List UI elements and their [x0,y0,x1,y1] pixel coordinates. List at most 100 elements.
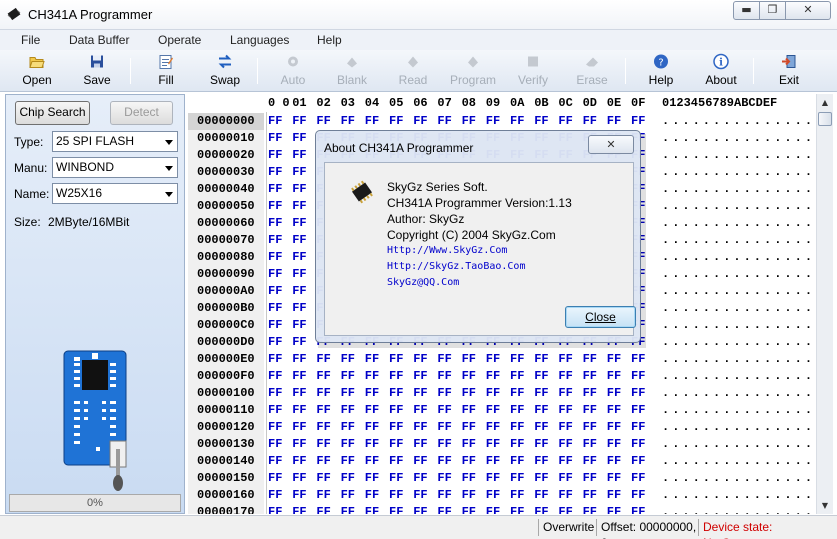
email-link[interactable]: SkyGz@QQ.Com [387,277,459,288]
hex-row[interactable]: 00000120 FF FF FF FF FF FF FF FF FF FF FF FF FF FF FF FF… [186,419,816,436]
hex-byte[interactable]: FF [292,147,306,164]
hex-byte[interactable]: FF [292,334,306,351]
hex-byte[interactable]: FF [631,402,645,419]
hex-byte[interactable]: FF [365,385,379,402]
detect-button[interactable]: Detect [110,101,173,125]
hex-byte[interactable]: FF [607,487,621,504]
hex-byte[interactable]: FF [607,113,621,130]
hex-byte[interactable]: FF [437,113,451,130]
hex-byte[interactable]: FF [583,385,597,402]
hex-byte[interactable]: FF [268,232,282,249]
hex-byte[interactable]: FF [365,436,379,453]
hex-byte[interactable]: FF [437,368,451,385]
hex-byte[interactable]: FF [292,198,306,215]
hex-byte[interactable]: FF [462,351,476,368]
hex-byte[interactable]: FF [316,419,330,436]
hex-byte[interactable]: FF [462,487,476,504]
hex-byte[interactable]: FF [510,487,524,504]
ascii-cell[interactable]: ................ [662,453,816,470]
ascii-cell[interactable]: ................ [662,317,816,334]
hex-byte[interactable]: FF [389,402,403,419]
hex-byte[interactable]: FF [558,368,572,385]
hex-byte[interactable]: FF [462,504,476,514]
hex-byte[interactable]: FF [292,249,306,266]
hex-byte[interactable]: FF [631,368,645,385]
hex-byte[interactable]: FF [534,487,548,504]
hex-byte[interactable]: FF [365,487,379,504]
hex-byte[interactable]: FF [462,419,476,436]
hex-byte[interactable]: FF [462,113,476,130]
hex-byte[interactable]: FF [534,419,548,436]
ascii-cell[interactable]: ................ [662,436,816,453]
hex-byte[interactable]: FF [341,436,355,453]
hex-byte[interactable]: FF [268,198,282,215]
type-select[interactable]: 25 SPI FLASH [52,131,178,152]
hex-byte[interactable]: FF [268,130,282,147]
ascii-cell[interactable]: ................ [662,147,816,164]
hex-row[interactable]: 00000140 FF FF FF FF FF FF FF FF FF FF FF FF FF FF FF FF… [186,453,816,470]
hex-byte[interactable]: FF [607,368,621,385]
hex-byte[interactable]: FF [292,487,306,504]
scroll-thumb[interactable] [818,112,832,126]
ascii-cell[interactable]: ................ [662,334,816,351]
hex-byte[interactable]: FF [413,436,427,453]
chip-search-button[interactable]: Chip Search [15,101,90,125]
hex-byte[interactable]: FF [631,351,645,368]
save-button[interactable]: Save [72,52,122,90]
hex-byte[interactable]: FF [341,504,355,514]
ascii-cell[interactable]: ................ [662,249,816,266]
taobao-link[interactable]: Http://SkyGz.TaoBao.Com [387,261,525,272]
hex-byte[interactable]: FF [292,317,306,334]
hex-byte[interactable]: FF [292,470,306,487]
hex-byte[interactable]: FF [510,419,524,436]
hex-byte[interactable]: FF [486,453,500,470]
hex-byte[interactable]: FF [510,436,524,453]
hex-byte[interactable]: FF [268,436,282,453]
hex-byte[interactable]: FF [558,504,572,514]
menu-languages[interactable]: Languages [230,33,289,47]
help-button[interactable]: ? Help [636,52,686,90]
ascii-cell[interactable]: ................ [662,164,816,181]
hex-byte[interactable]: FF [316,113,330,130]
hex-byte[interactable]: FF [631,436,645,453]
hex-byte[interactable]: FF [316,470,330,487]
hex-byte[interactable]: FF [413,351,427,368]
ascii-cell[interactable]: ................ [662,198,816,215]
read-button[interactable]: Read [388,52,438,90]
hex-byte[interactable]: FF [534,453,548,470]
website-link[interactable]: Http://Www.SkyGz.Com [387,245,507,256]
hex-byte[interactable]: FF [292,130,306,147]
hex-byte[interactable]: FF [631,487,645,504]
hex-byte[interactable]: FF [268,470,282,487]
hex-byte[interactable]: FF [316,368,330,385]
hex-byte[interactable]: FF [268,419,282,436]
hex-byte[interactable]: FF [583,504,597,514]
hex-byte[interactable]: FF [413,385,427,402]
hex-byte[interactable]: FF [534,470,548,487]
hex-byte[interactable]: FF [462,368,476,385]
hex-byte[interactable]: FF [631,453,645,470]
hex-byte[interactable]: FF [558,402,572,419]
hex-byte[interactable]: FF [413,368,427,385]
close-button[interactable]: Close [565,306,636,328]
chip-name-select[interactable]: W25X16 [52,183,178,204]
hex-byte[interactable]: FF [341,351,355,368]
hex-byte[interactable]: FF [413,113,427,130]
hex-row[interactable]: 000000E0 FF FF FF FF FF FF FF FF FF FF FF FF FF FF FF FF… [186,351,816,368]
hex-byte[interactable]: FF [607,385,621,402]
hex-byte[interactable]: FF [462,470,476,487]
ascii-cell[interactable]: ................ [662,419,816,436]
hex-byte[interactable]: FF [486,419,500,436]
ascii-cell[interactable]: ................ [662,113,816,130]
hex-byte[interactable]: FF [583,402,597,419]
hex-byte[interactable]: FF [316,351,330,368]
hex-byte[interactable]: FF [389,436,403,453]
hex-row[interactable]: 00000130 FF FF FF FF FF FF FF FF FF FF FF FF FF FF FF FF… [186,436,816,453]
menu-data-buffer[interactable]: Data Buffer [69,33,129,47]
hex-row[interactable]: 00000110 FF FF FF FF FF FF FF FF FF FF FF FF FF FF FF FF… [186,402,816,419]
ascii-cell[interactable]: ................ [662,232,816,249]
hex-byte[interactable]: FF [486,113,500,130]
hex-byte[interactable]: FF [607,419,621,436]
hex-byte[interactable]: FF [413,487,427,504]
ascii-cell[interactable]: ................ [662,283,816,300]
